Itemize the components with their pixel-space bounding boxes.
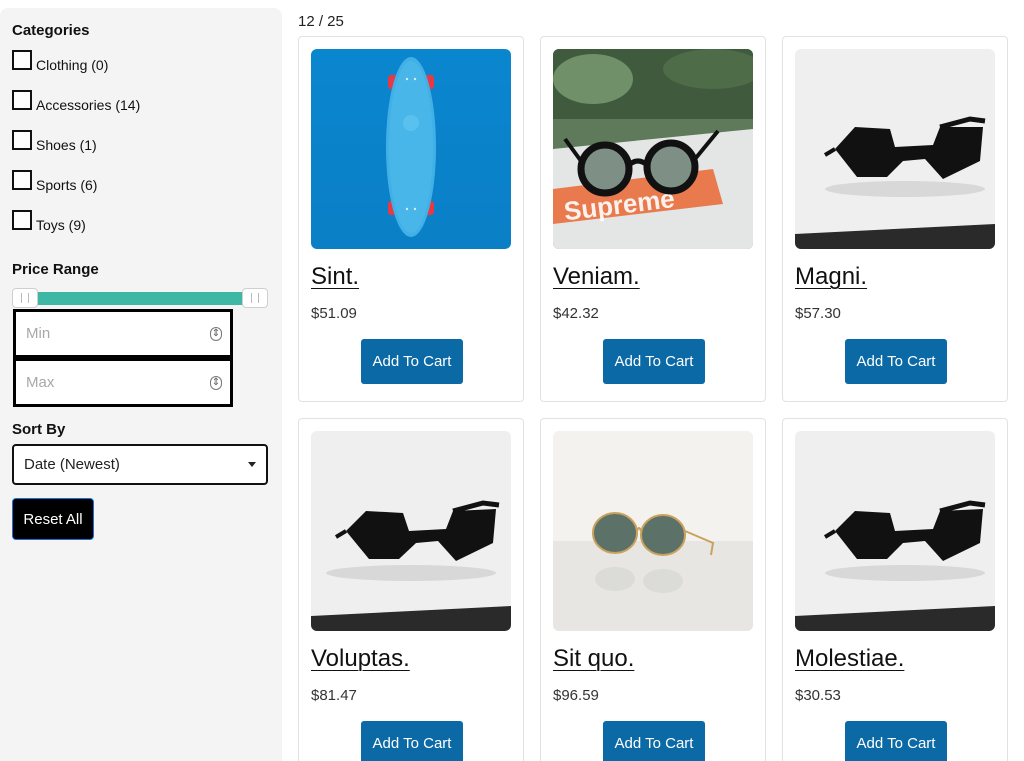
add-to-cart-button[interactable]: Add To Cart: [361, 339, 463, 384]
product-price: $51.09: [311, 305, 357, 322]
product-grid: Sint. $51.09 Add To Cart Supreme Veniam.…: [298, 36, 1008, 761]
results-count: 12 / 25: [298, 13, 344, 30]
filter-sidebar: Categories Clothing (0) Accessories (14)…: [0, 8, 282, 761]
product-price: $30.53: [795, 687, 841, 704]
add-to-cart-button[interactable]: Add To Cart: [845, 339, 947, 384]
category-label: Clothing (0): [36, 57, 109, 73]
add-to-cart-button[interactable]: Add To Cart: [361, 721, 463, 761]
add-to-cart-button[interactable]: Add To Cart: [603, 339, 705, 384]
product-image[interactable]: [795, 49, 995, 249]
product-card: Molestiae. $30.53 Add To Cart: [782, 418, 1008, 761]
category-list: Clothing (0) Accessories (14) Shoes (1) …: [12, 45, 270, 245]
product-image[interactable]: [553, 431, 753, 631]
checkbox[interactable]: [12, 50, 32, 70]
product-price: $81.47: [311, 687, 357, 704]
category-label: Toys (9): [36, 217, 86, 233]
category-item-toys[interactable]: Toys (9): [12, 205, 270, 245]
checkbox[interactable]: [12, 90, 32, 110]
product-name-link[interactable]: Magni.: [795, 263, 995, 291]
checkbox[interactable]: [12, 170, 32, 190]
product-name-link[interactable]: Sint.: [311, 263, 511, 291]
category-label: Accessories (14): [36, 97, 141, 113]
stepper-icon[interactable]: ⇕: [210, 326, 222, 341]
stepper-icon[interactable]: ⇕: [210, 375, 222, 390]
checkbox[interactable]: [12, 130, 32, 150]
chevron-down-icon: [248, 462, 256, 467]
sort-by-title: Sort By: [12, 421, 66, 438]
product-card: Sit quo. $96.59 Add To Cart: [540, 418, 766, 761]
price-range-slider[interactable]: [12, 286, 268, 308]
product-price: $42.32: [553, 305, 599, 322]
category-item-shoes[interactable]: Shoes (1): [12, 125, 270, 165]
max-price-input[interactable]: [26, 374, 176, 391]
sort-selected-value: Date (Newest): [24, 456, 120, 473]
min-price-field[interactable]: ⇕: [13, 309, 233, 358]
product-card: Sint. $51.09 Add To Cart: [298, 36, 524, 402]
product-card: Supreme Veniam. $42.32 Add To Cart: [540, 36, 766, 402]
category-item-sports[interactable]: Sports (6): [12, 165, 270, 205]
sort-select[interactable]: Date (Newest): [12, 444, 268, 485]
product-name-link[interactable]: Molestiae.: [795, 645, 995, 673]
add-to-cart-button[interactable]: Add To Cart: [603, 721, 705, 761]
slider-min-handle[interactable]: [12, 288, 38, 308]
product-image[interactable]: [311, 431, 511, 631]
product-card: Voluptas. $81.47 Add To Cart: [298, 418, 524, 761]
product-card: Magni. $57.30 Add To Cart: [782, 36, 1008, 402]
slider-track: [24, 292, 256, 305]
add-to-cart-button[interactable]: Add To Cart: [845, 721, 947, 761]
category-item-clothing[interactable]: Clothing (0): [12, 45, 270, 85]
product-price: $96.59: [553, 687, 599, 704]
product-name-link[interactable]: Voluptas.: [311, 645, 511, 673]
slider-max-handle[interactable]: [242, 288, 268, 308]
price-range-title: Price Range: [12, 261, 99, 278]
reset-all-button[interactable]: Reset All: [12, 498, 94, 540]
checkbox[interactable]: [12, 210, 32, 230]
category-label: Shoes (1): [36, 137, 97, 153]
product-image[interactable]: [795, 431, 995, 631]
categories-title: Categories: [12, 22, 90, 39]
category-item-accessories[interactable]: Accessories (14): [12, 85, 270, 125]
product-price: $57.30: [795, 305, 841, 322]
category-label: Sports (6): [36, 177, 98, 193]
product-image[interactable]: [311, 49, 511, 249]
max-price-field[interactable]: ⇕: [13, 358, 233, 407]
product-image[interactable]: Supreme: [553, 49, 753, 249]
product-name-link[interactable]: Veniam.: [553, 263, 753, 291]
product-name-link[interactable]: Sit quo.: [553, 645, 753, 673]
min-price-input[interactable]: [26, 325, 176, 342]
